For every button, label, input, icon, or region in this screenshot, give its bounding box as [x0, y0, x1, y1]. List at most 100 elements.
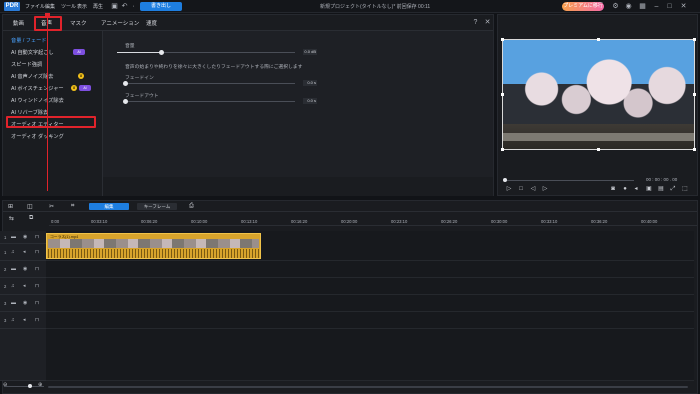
next-frame-icon[interactable]: ▷ [542, 186, 548, 192]
fullscreen-icon[interactable]: ⤢ [670, 186, 676, 192]
resize-handle[interactable] [501, 93, 504, 96]
zoom-slider-knob[interactable] [28, 384, 32, 388]
lock-icon[interactable]: ⊓ [35, 283, 39, 289]
menu-edit[interactable]: 編集 [45, 3, 55, 10]
fit-icon[interactable]: ▣ [646, 186, 652, 192]
keyframe-mode-button[interactable]: キーフレーム [137, 203, 177, 210]
fade-out-slider-knob[interactable] [123, 99, 128, 104]
zoom-in-icon[interactable]: ⊕ [38, 382, 42, 388]
help-icon[interactable]: ? [471, 18, 480, 27]
volume-slider-knob[interactable] [159, 50, 164, 55]
volume-fade-settings: 音量 0.0 dB 音声の始まりや終わりを徐々に大きくしたりフェードアウトする際… [103, 31, 493, 196]
menu-tools[interactable]: ツール [61, 3, 76, 10]
visibility-icon[interactable]: ◉ [23, 300, 27, 306]
select-icon[interactable]: ◫ [27, 203, 33, 210]
crop-icon[interactable]: ⌗ [71, 203, 74, 210]
fade-out-value[interactable]: 0.0 s [303, 98, 317, 104]
fade-in-slider-knob[interactable] [123, 81, 128, 86]
resize-handle[interactable] [501, 148, 504, 151]
visibility-icon[interactable]: ◉ [23, 266, 27, 272]
subnav-reverb-removal[interactable]: AI リバーブ除去 [11, 109, 48, 116]
fade-in-slider[interactable] [125, 83, 295, 84]
quality-icon[interactable]: ▤ [658, 186, 664, 192]
track-lane-6[interactable] [46, 329, 694, 381]
tab-video[interactable]: 動画 [13, 19, 24, 27]
volume-value[interactable]: 0.0 dB [303, 49, 317, 55]
subnav-wind-noise[interactable]: AI ウィンドノイズ除去 [11, 97, 64, 104]
track-header-audio-1: 1 ♫ ◂ ⊓ [0, 244, 46, 261]
visibility-icon[interactable]: ◉ [23, 234, 27, 240]
preview-progress-knob[interactable] [503, 178, 507, 182]
track-lane-4[interactable] [46, 295, 694, 312]
record-icon[interactable]: ● [622, 186, 628, 192]
tick-label: 00:20:00 [341, 219, 358, 224]
prev-frame-icon[interactable]: ◁ [530, 186, 536, 192]
track-manager-icon[interactable]: ⇆ [9, 215, 14, 222]
subnav-speech-enhance[interactable]: スピード強調 [11, 61, 42, 68]
lock-icon[interactable]: ⊓ [35, 300, 39, 306]
fade-in-value[interactable]: 0.0 s [303, 80, 317, 86]
link-icon[interactable]: ⧉ [29, 215, 33, 222]
add-icon[interactable]: ⊞ [8, 203, 13, 210]
edit-mode-button[interactable]: 編集 [89, 203, 129, 210]
tick-label: 00:33:10 [541, 219, 558, 224]
preview-timecode: 00 : 00 : 00 . 00 [646, 177, 678, 182]
track-lane-3[interactable] [46, 278, 694, 295]
timeline-clip[interactable]: コーラス(1).mp4 [46, 233, 261, 259]
track-header-empty [0, 329, 46, 381]
lock-icon[interactable]: ⊓ [35, 266, 39, 272]
resize-handle[interactable] [501, 38, 504, 41]
redo-icon[interactable]: · [129, 2, 138, 11]
play-icon[interactable]: ▷ [506, 186, 512, 192]
menu-play[interactable]: 再生 [93, 3, 103, 10]
lock-icon[interactable]: ⊓ [35, 234, 39, 240]
tab-animation[interactable]: アニメーション [101, 19, 139, 27]
resize-handle[interactable] [693, 93, 696, 96]
preview-progress[interactable] [504, 180, 634, 181]
stop-icon[interactable]: □ [518, 186, 524, 192]
playhead[interactable] [47, 13, 48, 191]
lock-icon[interactable]: ⊓ [35, 317, 39, 323]
panel-close-icon[interactable]: ✕ [483, 18, 492, 27]
scissors-icon[interactable]: ✂ [49, 203, 54, 210]
export-button[interactable]: 書き出し [140, 2, 182, 11]
time-ruler[interactable]: 0:00 00:03:10 00:06:20 00:10:00 00:13:10… [49, 214, 697, 226]
minimize-icon[interactable]: – [652, 2, 661, 11]
gear-icon[interactable]: ⚙ [611, 2, 620, 11]
zoom-out-icon[interactable]: ⊖ [3, 382, 7, 388]
resize-handle[interactable] [597, 148, 600, 151]
menu-view[interactable]: 表示 [77, 3, 87, 10]
undo-icon[interactable]: ↶ [120, 2, 129, 11]
track-lane-2[interactable] [46, 261, 694, 278]
resize-handle[interactable] [693, 38, 696, 41]
maximize-icon[interactable]: □ [665, 2, 674, 11]
tab-mask[interactable]: マスク [70, 19, 87, 27]
speaker-icon[interactable]: ◂ [23, 249, 26, 255]
resize-handle[interactable] [693, 148, 696, 151]
detach-icon[interactable]: ⬚ [682, 186, 688, 192]
subnav-voice-changer[interactable]: AI ボイスチェンジャー [11, 85, 64, 92]
tab-speed[interactable]: 速度 [146, 19, 157, 27]
camera-icon[interactable]: ◙ [610, 186, 616, 192]
sound-icon[interactable]: ◂ [633, 186, 639, 192]
layout-icon[interactable]: ▦ [638, 2, 647, 11]
fade-out-slider[interactable] [125, 101, 295, 102]
speaker-icon[interactable]: ◂ [23, 317, 26, 323]
track-header-audio-2: 2 ♫ ◂ ⊓ [0, 278, 46, 295]
account-icon[interactable]: ◉ [624, 2, 633, 11]
subnav-audio-ducking[interactable]: オーディオ ダッキング [11, 133, 64, 140]
save-icon[interactable]: ▣ [110, 2, 119, 11]
export-frame-icon[interactable]: ⎙ [189, 203, 194, 210]
upgrade-button[interactable]: プレミアムに移行 [562, 2, 604, 11]
crown-icon: ♛ [71, 85, 77, 91]
tick-label: 00:30:00 [491, 219, 508, 224]
menu-file[interactable]: ファイル [25, 3, 45, 10]
video-frame[interactable] [502, 39, 695, 150]
close-icon[interactable]: ✕ [679, 2, 688, 11]
resize-handle[interactable] [597, 38, 600, 41]
lock-icon[interactable]: ⊓ [35, 249, 39, 255]
subnav-volume-fade[interactable]: 音量 / フェード [11, 37, 46, 44]
speaker-icon[interactable]: ◂ [23, 283, 26, 289]
timeline-scrollbar[interactable] [48, 386, 688, 388]
track-lane-5[interactable] [46, 312, 694, 329]
